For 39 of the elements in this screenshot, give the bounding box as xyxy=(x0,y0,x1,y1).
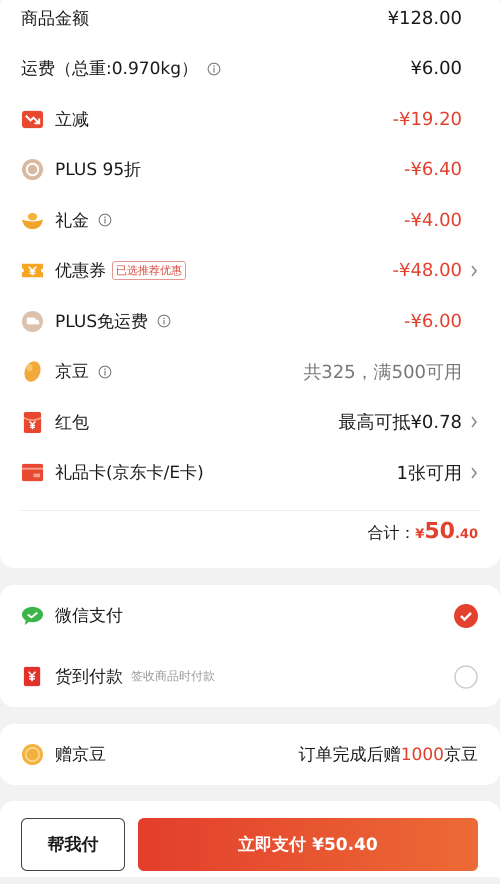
row-value: 共325，满500可用 xyxy=(303,360,462,384)
row-value[interactable]: 最高可抵¥0.78 xyxy=(338,410,462,434)
chat-bubble-icon xyxy=(21,604,44,627)
row-label: 京豆 xyxy=(55,361,89,384)
badge-circle-icon xyxy=(21,158,44,182)
pay-now-button[interactable]: 立即支付 ¥50.40 xyxy=(138,818,478,870)
help-pay-button[interactable]: 帮我付 xyxy=(21,818,125,870)
total-label: 合计： xyxy=(367,523,416,544)
truck-circle-icon xyxy=(21,310,44,333)
row-label: PLUS免运费 xyxy=(55,310,148,333)
coin-icon xyxy=(21,743,44,766)
row-label: 红包 xyxy=(55,412,89,434)
row-label: 优惠券 xyxy=(55,260,106,282)
envelope-icon xyxy=(21,410,44,434)
row-label: 立减 xyxy=(55,108,89,131)
row-label: 运费（总重:0.970kg） xyxy=(21,58,198,80)
total-decimals: .40 xyxy=(454,527,478,542)
currency-sign: ¥ xyxy=(415,527,424,542)
row-value: ¥128.00 xyxy=(388,8,462,29)
row-value: -¥4.00 xyxy=(404,210,462,231)
row-value: -¥19.20 xyxy=(392,108,462,130)
row-label: 礼金 xyxy=(55,210,89,232)
row-label: 商品金额 xyxy=(21,8,89,30)
row-value: -¥6.00 xyxy=(404,310,462,332)
gift-label: 赠京豆 xyxy=(55,744,106,766)
row-value[interactable]: -¥48.00 xyxy=(392,260,462,282)
gift-note: 订单完成后赠1000京豆 xyxy=(298,744,478,766)
total-amount: 50 xyxy=(424,519,455,544)
payment-note: 签收商品时付款 xyxy=(131,668,215,685)
row-value: -¥6.40 xyxy=(404,159,462,180)
tag: 已选推荐优惠 xyxy=(112,261,186,280)
payment-label: 微信支付 xyxy=(55,605,123,627)
row-label: 礼品卡(京东卡/E卡) xyxy=(55,462,204,484)
radio-button[interactable] xyxy=(454,664,478,688)
row-value[interactable]: 1张可用 xyxy=(396,460,462,485)
payment-label: 货到付款 xyxy=(55,666,123,688)
row-value: ¥6.00 xyxy=(410,58,462,80)
radio-button[interactable] xyxy=(454,604,478,628)
row-label: PLUS 95折 xyxy=(55,159,142,182)
